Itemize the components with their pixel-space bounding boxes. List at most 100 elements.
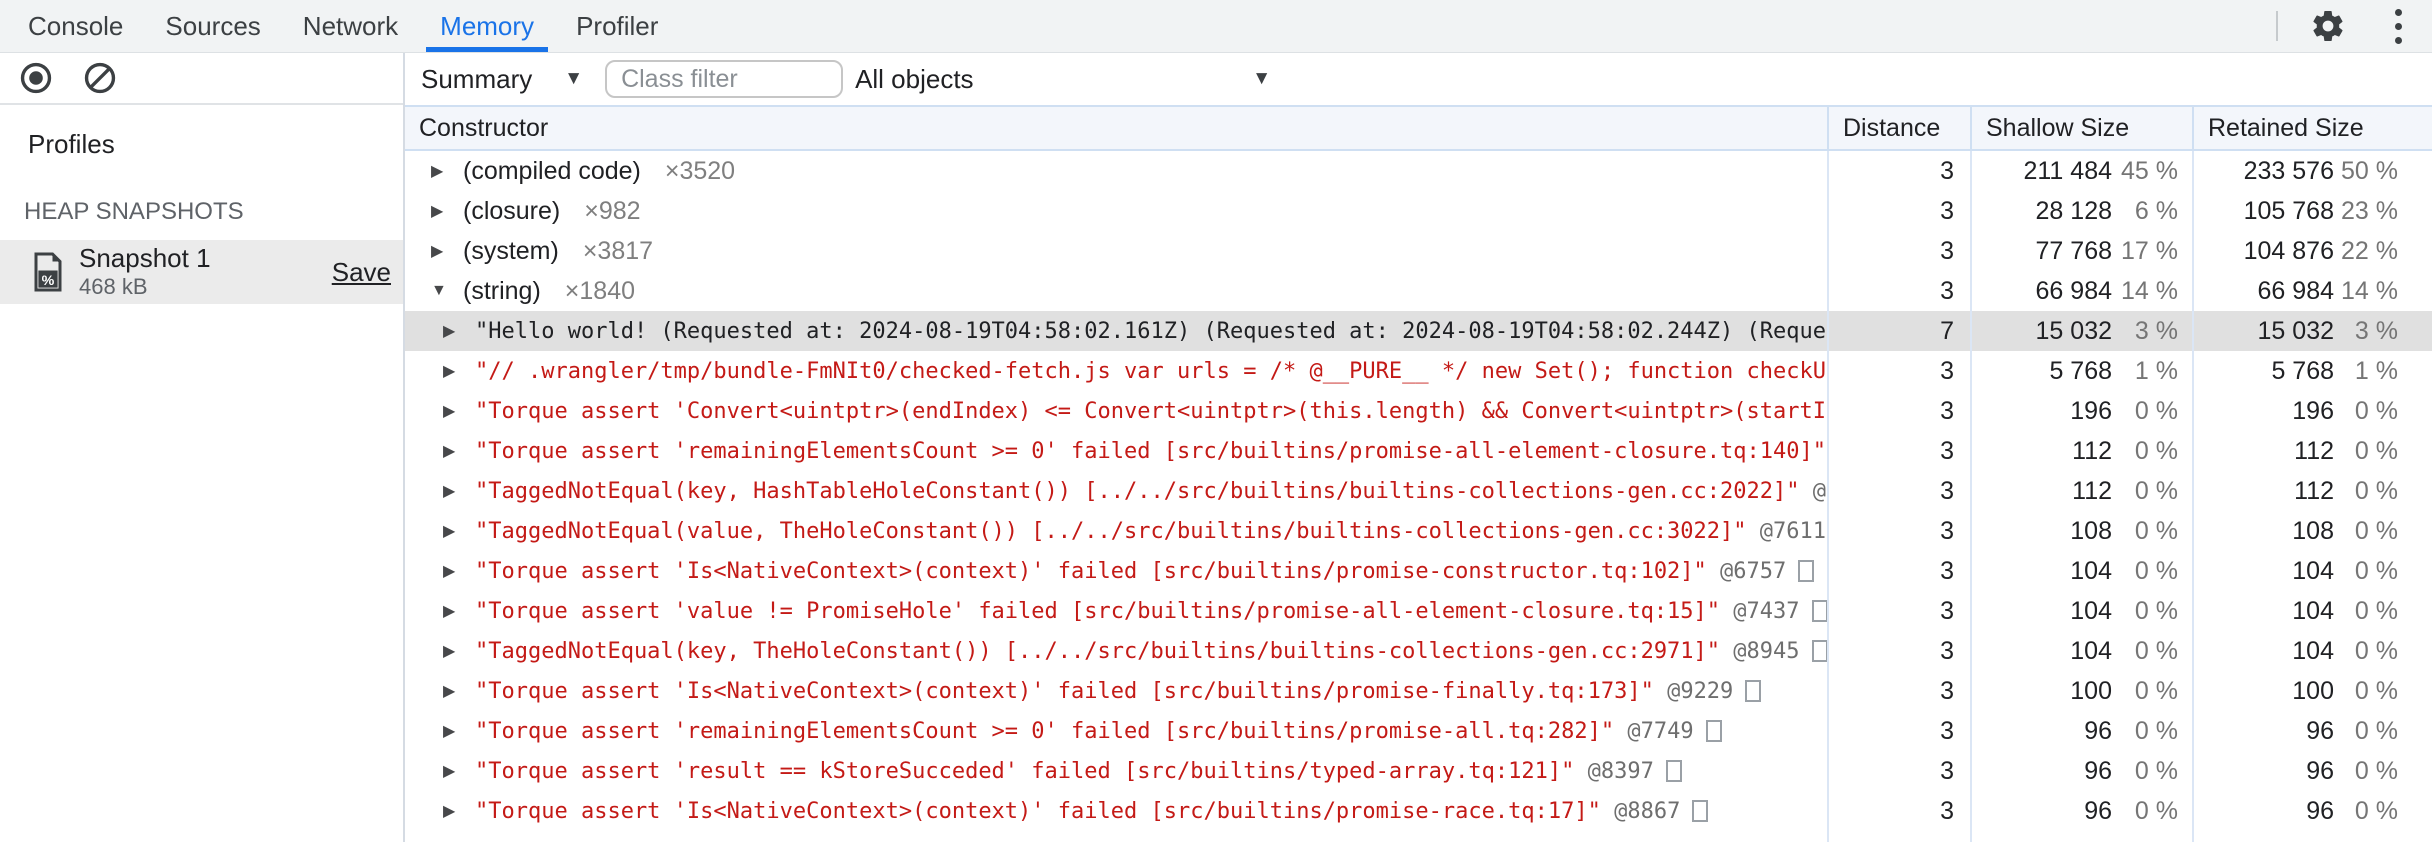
string-object-row[interactable]: ▶ "Torque assert 'remainingElementsCount … [405, 711, 2432, 751]
collapsed-triangle-icon[interactable]: ▶ [443, 561, 461, 581]
retained-size-value: 104 [2292, 636, 2334, 665]
distance-cell: 3 [1827, 351, 1970, 391]
shallow-size-percent: 0 % [2134, 436, 2178, 465]
shallow-size-value: 96 [2084, 756, 2112, 785]
collapsed-triangle-icon[interactable]: ▶ [443, 601, 461, 621]
shallow-size-value: 104 [2070, 636, 2112, 665]
collapsed-triangle-icon[interactable]: ▶ [443, 321, 461, 341]
tab-console[interactable]: Console [14, 0, 137, 52]
tab-profiler[interactable]: Profiler [562, 0, 672, 52]
string-object-row[interactable]: ▶ "Hello world! (Requested at: 2024-08-19… [405, 311, 2432, 351]
collapsed-triangle-icon[interactable]: ▶ [431, 161, 449, 181]
collapsed-triangle-icon[interactable]: ▶ [443, 641, 461, 661]
retained-size-percent: 0 % [2354, 596, 2398, 625]
collapsed-triangle-icon[interactable]: ▶ [443, 681, 461, 701]
distance-value: 3 [1940, 676, 1954, 705]
shallow-size-value: 96 [2084, 796, 2112, 825]
retained-size-cell: 104 876 22 % [2192, 231, 2432, 271]
string-object-row[interactable]: ▶ "Torque assert 'Is<NativeContext>(conte… [405, 671, 2432, 711]
constructor-group-row[interactable]: ▶ (compiled code) ×3520 3 211 484 45 % 233 576… [405, 151, 2432, 191]
distance-cell: 3 [1827, 751, 1970, 791]
string-object-row[interactable]: ▶ "Torque assert 'Convert<uintptr>(endInd… [405, 391, 2432, 431]
column-header-retained-size[interactable]: Retained Size [2192, 107, 2432, 149]
object-count: ×3817 [582, 236, 654, 265]
string-object-row[interactable]: ▶ "TaggedNotEqual(key, HashTableHoleConst… [405, 471, 2432, 511]
string-value: "Torque assert 'Convert<uintptr>(endInde… [475, 398, 1827, 424]
string-value: "Torque assert 'value != PromiseHole' fa… [475, 598, 1721, 624]
string-object-row[interactable]: ▶ "Torque assert 'Is<NativeContext>(conte… [405, 791, 2432, 831]
retained-size-percent: 0 % [2354, 476, 2398, 505]
perspective-select-label: Summary [421, 63, 533, 94]
sidebar-item-snapshot-1[interactable]: % Snapshot 1 468 kB Save [0, 240, 403, 304]
retained-size-cell: 104 0 % [2192, 551, 2432, 591]
string-object-row[interactable]: ▶ "Torque assert 'result == kStoreSuccede… [405, 751, 2432, 791]
collapsed-triangle-icon[interactable]: ▶ [443, 521, 461, 541]
shallow-size-cell: 28 128 6 % [1970, 191, 2192, 231]
string-object-row[interactable]: ▶ "// .wrangler/tmp/bundle-FmNIt0/checked… [405, 351, 2432, 391]
collapsed-triangle-icon[interactable]: ▶ [443, 481, 461, 501]
collapsed-triangle-icon[interactable]: ▶ [443, 721, 461, 741]
retained-size-percent: 3 % [2354, 316, 2398, 345]
collapsed-triangle-icon[interactable]: ▶ [443, 761, 461, 781]
shallow-size-value: 104 [2070, 556, 2112, 585]
constructor-name: (closure) [463, 196, 561, 225]
tab-sources[interactable]: Sources [151, 0, 274, 52]
shallow-size-percent: 0 % [2134, 476, 2178, 505]
shallow-size-value: 100 [2070, 676, 2112, 705]
tab-network[interactable]: Network [289, 0, 412, 52]
column-header-distance[interactable]: Distance [1827, 107, 1970, 149]
constructor-group-row[interactable]: ▶ (closure) ×982 3 28 128 6 % 105 768 23 % [405, 191, 2432, 231]
clear-profiles-icon[interactable] [80, 58, 120, 98]
retained-size-value: 196 [2292, 396, 2334, 425]
collapsed-triangle-icon[interactable]: ▶ [443, 361, 461, 381]
heap-snapshot-file-icon: % [33, 252, 63, 292]
shallow-size-percent: 0 % [2134, 676, 2178, 705]
string-object-row[interactable]: ▶ "Torque assert 'remainingElementsCount … [405, 431, 2432, 471]
string-value: "Torque assert 'Is<NativeContext>(contex… [475, 678, 1654, 704]
shallow-size-value: 66 984 [2035, 276, 2112, 305]
string-object-row[interactable]: ▶ "Torque assert 'Is<NativeContext>(conte… [405, 551, 2432, 591]
object-scope-select[interactable]: All objects ▼ [855, 64, 1271, 95]
retained-size-percent: 23 % [2341, 196, 2398, 225]
gear-icon[interactable] [2308, 6, 2348, 46]
collapsed-triangle-icon[interactable]: ▶ [443, 441, 461, 461]
column-header-shallow-size[interactable]: Shallow Size [1970, 107, 2192, 149]
save-snapshot-link[interactable]: Save [332, 257, 391, 288]
string-object-row[interactable]: ▶ "Torque assert 'value != PromiseHole' f… [405, 591, 2432, 631]
record-heap-snapshot-icon[interactable] [16, 58, 56, 98]
distance-cell: 3 [1827, 551, 1970, 591]
shallow-size-value: 196 [2070, 396, 2112, 425]
string-object-row[interactable]: ▶ "TaggedNotEqual(value, TheHoleConstant(… [405, 511, 2432, 551]
collapsed-triangle-icon[interactable]: ▶ [431, 201, 449, 221]
constructor-group-row[interactable]: ▼ (string) ×1840 3 66 984 14 % 66 984 14 % [405, 271, 2432, 311]
distance-value: 3 [1940, 196, 1954, 225]
kebab-menu-icon[interactable] [2378, 6, 2418, 46]
constructor-cell: ▼ (string) ×1840 [405, 271, 1827, 311]
constructor-group-row[interactable]: ▶ (system) ×3817 3 77 768 17 % 104 876 22 % [405, 231, 2432, 271]
shallow-size-value: 104 [2070, 596, 2112, 625]
shallow-size-percent: 0 % [2134, 516, 2178, 545]
column-header-constructor[interactable]: Constructor [405, 107, 1827, 149]
shallow-size-value: 28 128 [2035, 196, 2112, 225]
shallow-size-cell: 96 0 % [1970, 711, 2192, 751]
distance-cell: 3 [1827, 591, 1970, 631]
string-object-row[interactable]: ▶ "TaggedNotEqual(key, TheHoleConstant())… [405, 631, 2432, 671]
distance-cell: 3 [1827, 391, 1970, 431]
object-id: @8 [1812, 478, 1827, 504]
collapsed-triangle-icon[interactable]: ▶ [443, 401, 461, 421]
shallow-size-percent: 0 % [2134, 796, 2178, 825]
class-filter-input[interactable] [605, 60, 844, 98]
missing-glyph-box [1705, 720, 1722, 742]
constructor-cell: ▶ "TaggedNotEqual(value, TheHoleConstant(… [405, 511, 1827, 551]
collapsed-triangle-icon[interactable]: ▶ [431, 241, 449, 261]
retained-size-value: 104 [2292, 596, 2334, 625]
expanded-triangle-icon[interactable]: ▼ [431, 282, 449, 300]
tab-memory[interactable]: Memory [426, 0, 549, 52]
perspective-select[interactable]: Summary ▼ [421, 64, 583, 95]
collapsed-triangle-icon[interactable]: ▶ [443, 801, 461, 821]
shallow-size-value: 112 [2072, 476, 2112, 505]
distance-cell: 3 [1827, 191, 1970, 231]
retained-size-percent: 0 % [2354, 516, 2398, 545]
retained-size-value: 112 [2294, 476, 2334, 505]
distance-value: 3 [1940, 476, 1954, 505]
